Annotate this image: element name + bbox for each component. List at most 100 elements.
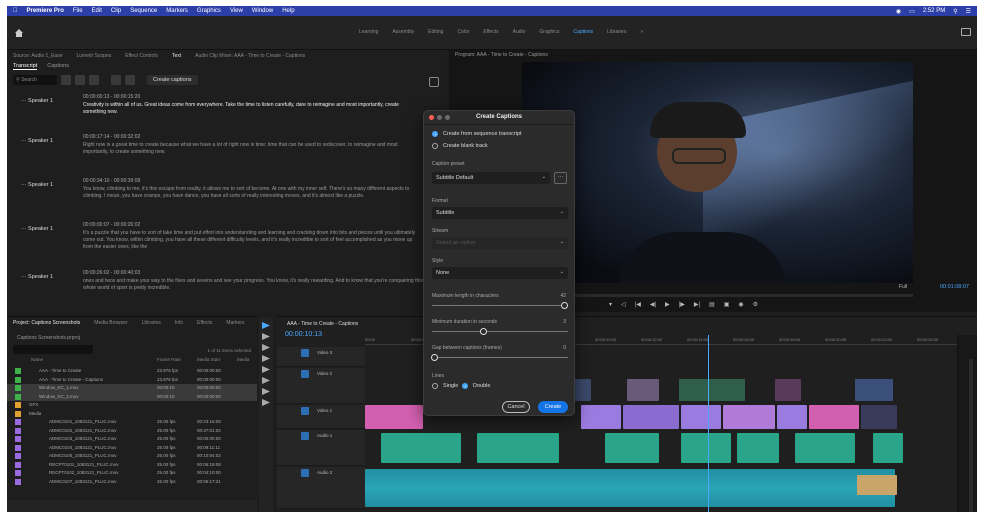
track-target[interactable] [301, 370, 309, 378]
max-length-slider[interactable] [432, 305, 568, 306]
item-name[interactable]: GFX [29, 402, 38, 407]
gap-slider[interactable] [432, 357, 568, 358]
project-item-row[interactable]: ADMC0101_1083121_PLUC.mov 25.00 fps 00:23:… [7, 418, 257, 427]
audio-clip[interactable] [873, 433, 903, 463]
program-scrub-bar[interactable] [522, 294, 913, 297]
track-header-a1[interactable]: Audio 1 [277, 430, 365, 466]
label-color-swatch[interactable] [15, 470, 21, 476]
overwrite-icon[interactable]: ▣ [724, 301, 730, 308]
project-item-row[interactable]: ADMC0107_1083121_PLUC.mov 25.00 fps 00:05:… [7, 478, 257, 487]
slip-tool-icon[interactable] [262, 366, 270, 373]
item-name[interactable]: ADMC0104_1083121_PLUC.mov [49, 445, 117, 450]
label-color-swatch[interactable] [15, 478, 21, 485]
workspace-tab-color[interactable]: Color [457, 29, 469, 35]
item-name[interactable]: ADMC0102_1083121_PLUC.mov [49, 428, 117, 433]
video-clip[interactable] [623, 405, 679, 429]
label-color-swatch[interactable] [15, 419, 21, 425]
tab-text[interactable]: Text [172, 53, 181, 59]
video-clip[interactable] [365, 405, 423, 429]
video-clip[interactable] [861, 405, 897, 429]
play-icon[interactable]: ▶ [665, 301, 670, 308]
home-icon[interactable] [15, 29, 23, 37]
label-color-swatch[interactable] [15, 410, 21, 417]
max-length-value[interactable]: 42 [560, 293, 566, 299]
video-clip[interactable] [855, 379, 893, 401]
menu-edit[interactable]: Edit [92, 8, 102, 14]
video-clip[interactable] [775, 379, 801, 401]
settings-icon[interactable] [125, 75, 135, 85]
menu-file[interactable]: File [73, 8, 83, 14]
more-options-icon[interactable] [429, 77, 439, 87]
workspace-tab-effects[interactable]: Effects [483, 29, 498, 35]
item-name[interactable]: Window_KC_1.mov [39, 385, 79, 390]
track-header-v2[interactable]: Video 2 [277, 368, 365, 404]
column-media-start[interactable]: Media Start [197, 357, 237, 366]
step-back-icon[interactable]: ◀| [650, 301, 656, 308]
audio-clip[interactable] [681, 433, 731, 463]
item-name[interactable]: RECPT0101_1083121_PLUC.mov [49, 462, 119, 467]
item-name[interactable]: Media [29, 411, 41, 416]
audio-clip[interactable] [737, 433, 779, 463]
transcript-block[interactable]: ··· Speaker 1 00:00:00:13 - 00:00:15:20 … [7, 94, 443, 130]
radio-button[interactable] [432, 383, 438, 389]
speaker-label[interactable]: ··· Speaker 1 [21, 138, 53, 144]
radio-button[interactable] [432, 143, 438, 149]
mark-out-icon[interactable]: ◁ [621, 301, 626, 308]
label-color-swatch[interactable] [15, 453, 21, 459]
tab-libraries[interactable]: Libraries [142, 320, 161, 326]
menu-view[interactable]: View [230, 8, 243, 14]
radio-lines-single[interactable]: Single [432, 383, 458, 389]
min-duration-slider-knob[interactable] [480, 328, 487, 335]
audio-clip[interactable] [381, 433, 461, 463]
control-center-icon[interactable]: ☰ [966, 8, 971, 15]
project-search-input[interactable] [13, 345, 93, 354]
razor-tool-icon[interactable] [262, 355, 270, 362]
radio-lines-double[interactable]: Double [462, 383, 490, 389]
video-clip[interactable] [581, 405, 621, 429]
item-name[interactable]: ADMC0105_1083121_PLUC.mov [49, 453, 117, 458]
min-duration-slider[interactable] [432, 331, 568, 332]
workspace-tab-learning[interactable]: Learning [359, 29, 378, 35]
label-color-swatch[interactable] [15, 402, 21, 408]
workspace-more-icon[interactable]: » [640, 29, 643, 35]
track-target[interactable] [301, 349, 309, 357]
column-name[interactable]: Name [31, 357, 157, 366]
track-header-a2[interactable]: Audio 2 [277, 467, 365, 509]
transcript-text[interactable]: It's a puzzle that you have to sort of t… [83, 230, 423, 251]
project-item-row[interactable]: ADMC0105_1083121_PLUC.mov 25.00 fps 00:10:… [7, 452, 257, 461]
selection-tool-icon[interactable] [262, 322, 270, 329]
transcript-text[interactable]: Right now is a great time to create beca… [83, 142, 423, 156]
label-color-swatch[interactable] [15, 385, 21, 391]
video-clip[interactable] [809, 405, 859, 429]
radio-blank-track[interactable]: Create blank track [432, 143, 488, 149]
radio-button-selected[interactable] [432, 131, 438, 137]
transcript-text[interactable]: Creativity is within all of us. Great id… [83, 102, 423, 116]
track-target[interactable] [301, 469, 309, 477]
item-name[interactable]: AAA - Time to Create - Captions [39, 377, 103, 382]
label-color-swatch[interactable] [15, 444, 21, 451]
create-button[interactable]: Create [538, 401, 568, 413]
app-name-menu[interactable]: Premiere Pro [27, 8, 64, 14]
insert-icon[interactable]: ▤ [709, 301, 715, 308]
create-captions-button[interactable]: Create captions [147, 75, 198, 85]
track-target[interactable] [301, 432, 309, 440]
timeline-title[interactable]: AAA - Time to Create - Captions [287, 321, 358, 327]
ripple-edit-tool-icon[interactable] [262, 344, 270, 351]
min-duration-value[interactable]: 3 [563, 319, 566, 325]
mark-in-icon[interactable]: ▾ [609, 301, 612, 308]
project-item-row[interactable]: AAA - Time to Create - Captions 23.976 fp… [7, 376, 257, 385]
subtab-transcript[interactable]: Transcript [13, 63, 38, 70]
label-color-swatch[interactable] [15, 368, 21, 374]
prev-icon[interactable] [75, 75, 85, 85]
style-select[interactable]: None ⌄ [432, 267, 568, 279]
workspace-tab-assembly[interactable]: Assembly [392, 29, 414, 35]
tab-effect-controls[interactable]: Effect Controls [125, 53, 158, 59]
max-length-slider-knob[interactable] [561, 302, 568, 309]
video-clip[interactable] [681, 405, 721, 429]
program-timecode[interactable]: 00:01:08:07 [940, 284, 969, 290]
audio-clip[interactable] [605, 433, 659, 463]
menu-markers[interactable]: Markers [166, 8, 188, 14]
tab-source[interactable]: Source: Audio 1_Ease [13, 53, 62, 59]
project-item-row[interactable]: ADMC0104_1083121_PLUC.mov 25.00 fps 00:09:… [7, 444, 257, 453]
menu-clip[interactable]: Clip [111, 8, 121, 14]
